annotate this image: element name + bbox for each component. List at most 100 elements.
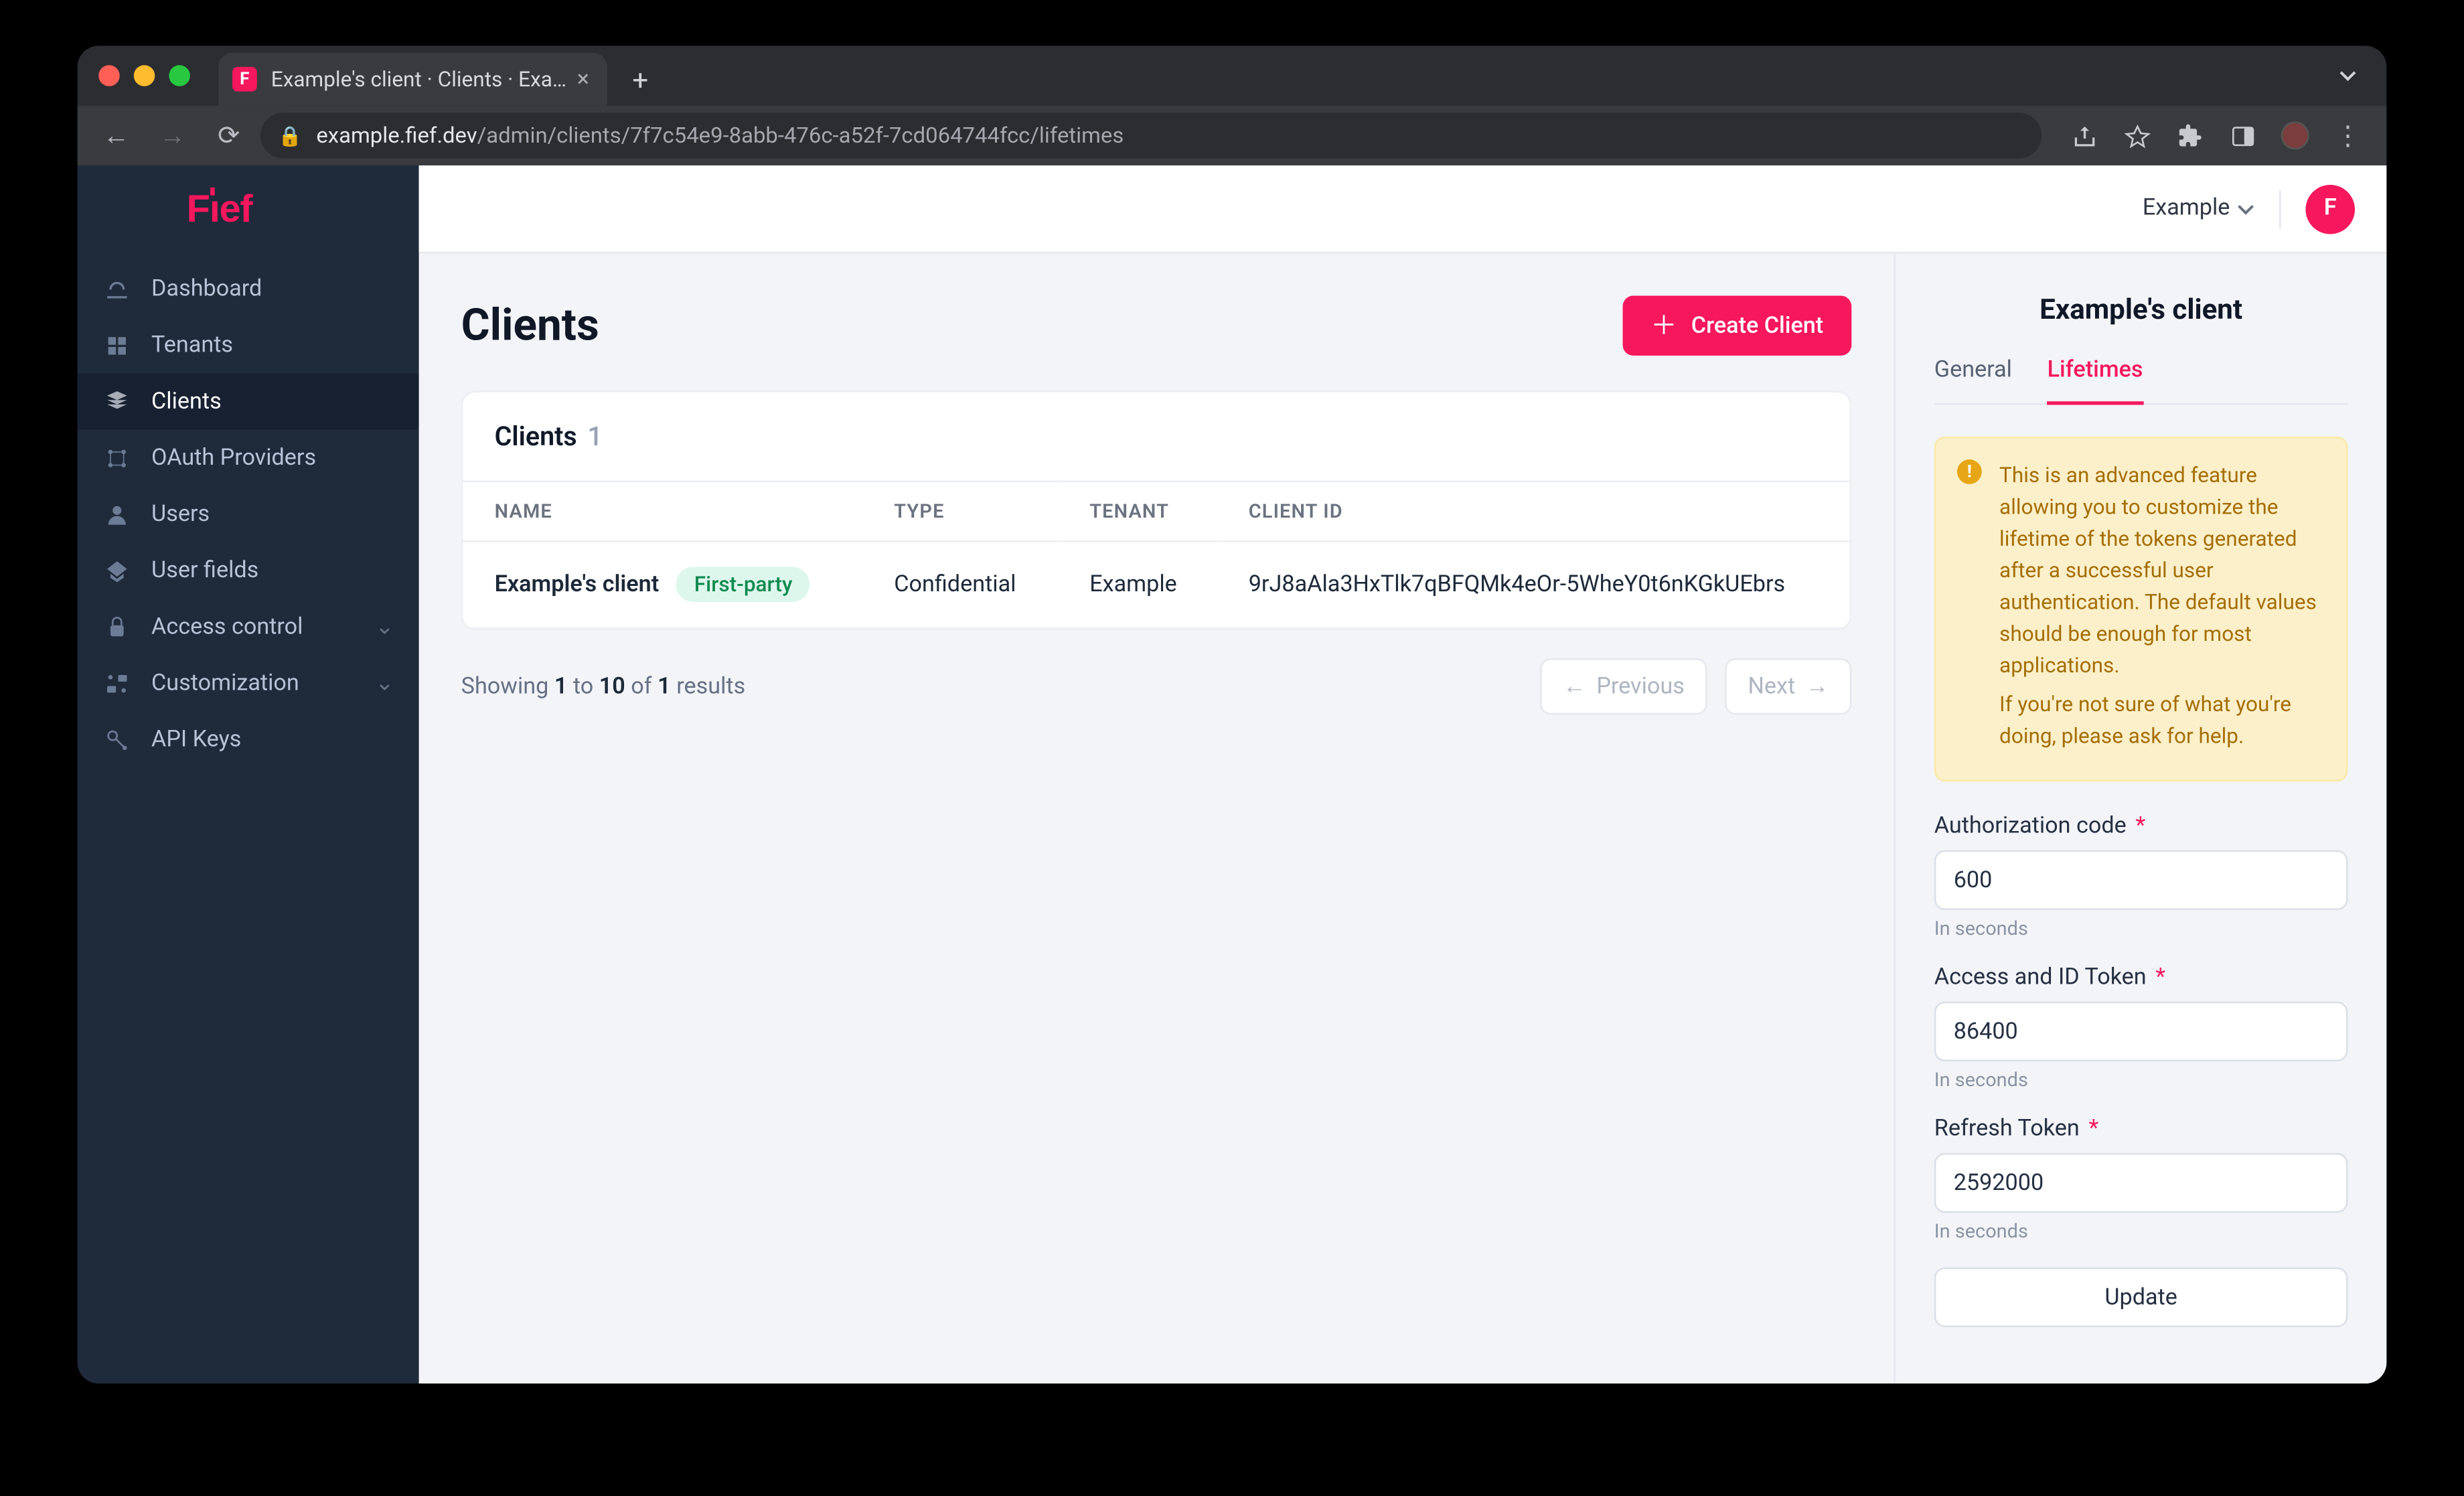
sidebar-item-tenants[interactable]: Tenants (78, 317, 419, 373)
browser-titlebar: F Example's client · Clients · Exa… × + (78, 46, 2387, 105)
sidebar-item-user-fields[interactable]: User fields (78, 542, 419, 599)
client-name: Example's client (495, 572, 660, 598)
sidebar-item-customization[interactable]: Customization ⌄ (78, 655, 419, 711)
sidebar-item-label: OAuth Providers (151, 445, 316, 471)
card-count: 1 (587, 421, 602, 452)
sidebar-item-dashboard[interactable]: Dashboard (78, 260, 419, 317)
logo[interactable]: F ıef (78, 165, 419, 253)
share-button[interactable] (2059, 111, 2108, 161)
oauth-providers-icon (102, 443, 130, 471)
url-path: /admin/clients/7f7c54e9-8abb-476c-a52f-7… (477, 123, 1124, 149)
sidebar-item-oauth-providers[interactable]: OAuth Providers (78, 429, 419, 485)
nav-reload-button[interactable]: ⟳ (204, 111, 254, 161)
column-header: TYPE (862, 481, 1058, 541)
tabs-overflow-button[interactable] (2337, 59, 2366, 92)
profile-button[interactable] (2270, 111, 2320, 161)
topbar: Example F (419, 165, 2387, 253)
refresh-token-input[interactable] (1934, 1153, 2348, 1213)
warning-text-2: If you're not sure of what you're doing,… (1999, 688, 2321, 752)
maximize-window-button[interactable] (169, 65, 190, 86)
field-access-id-token: Access and ID Token *In seconds (1934, 964, 2348, 1091)
sidebar-item-access-control[interactable]: Access control ⌄ (78, 599, 419, 655)
warning-icon: ! (1957, 459, 1982, 484)
nav-list: Dashboard Tenants Clients OAuth Providers Us… (78, 254, 419, 775)
sidebar-item-label: Tenants (151, 331, 233, 358)
field-label: Refresh Token * (1934, 1116, 2348, 1142)
bookmark-button[interactable] (2112, 111, 2161, 161)
extensions-button[interactable] (2165, 111, 2214, 161)
nav-back-button[interactable]: ← (92, 111, 141, 161)
svg-text:F: F (187, 188, 210, 230)
update-button[interactable]: Update (1934, 1268, 2348, 1327)
svg-text:ıef: ıef (210, 188, 254, 230)
pagination: Showing 1 to 10 of 1 results ← Previous … (461, 658, 1852, 715)
side-panel-button[interactable] (2218, 111, 2267, 161)
client-type: Confidential (862, 541, 1058, 627)
details-tabs: General Lifetimes (1934, 358, 2348, 405)
tab-general[interactable]: General (1934, 358, 2012, 405)
nav-forward-button[interactable]: → (148, 111, 198, 161)
chevron-down-icon: ⌄ (375, 613, 394, 640)
main: Clients ＋ Create Client Clients 1 (419, 254, 1894, 1384)
client-id: 9rJ8aAla3HxTlk7qBFQMk4eOr-5WheY0t6nKGkUE… (1217, 541, 1849, 627)
api-keys-icon (102, 725, 130, 753)
sidebar-item-users[interactable]: Users (78, 485, 419, 542)
avatar[interactable]: F (2305, 184, 2355, 234)
lifetimes-warning: ! This is an advanced feature allowing y… (1934, 437, 2348, 781)
page-title: Clients (461, 300, 599, 351)
tenants-icon (102, 331, 130, 359)
field-label: Authorization code * (1934, 813, 2348, 839)
sidebar-item-label: Dashboard (151, 275, 262, 301)
close-window-button[interactable] (98, 65, 120, 86)
card-title: Clients (495, 421, 577, 452)
access-control-icon (102, 613, 130, 641)
users-icon (102, 500, 130, 528)
url-input[interactable]: 🔒 example.fief.dev/admin/clients/7f7c54e… (260, 113, 2042, 158)
sidebar-item-api-keys[interactable]: API Keys (78, 711, 419, 767)
new-tab-button[interactable]: + (617, 56, 663, 102)
clients-icon (102, 387, 130, 415)
pagination-next-button[interactable]: Next → (1725, 658, 1851, 715)
window-controls (98, 65, 190, 86)
browser-window: F Example's client · Clients · Exa… × + … (78, 46, 2387, 1383)
content: Clients ＋ Create Client Clients 1 (419, 254, 2387, 1384)
column-header: TENANT (1058, 481, 1217, 541)
authorization-code-input[interactable] (1934, 850, 2348, 910)
dashboard-icon (102, 275, 130, 303)
divider (2279, 190, 2281, 228)
sidebar-item-label: Users (151, 501, 210, 527)
field-refresh-token: Refresh Token *In seconds (1934, 1116, 2348, 1243)
create-client-button[interactable]: ＋ Create Client (1622, 296, 1851, 356)
workspace: Example F Clients ＋ Create Client (419, 165, 2387, 1383)
sidebar: F ıef Dashboard Tenants Clients OAuth Provi… (78, 165, 419, 1383)
field-authorization-code: Authorization code *In seconds (1934, 813, 2348, 940)
field-label: Access and ID Token * (1934, 964, 2348, 990)
close-tab-button[interactable]: × (577, 68, 589, 90)
workspace-selector[interactable]: Example (2143, 196, 2254, 222)
workspace-name: Example (2143, 196, 2230, 222)
details-panel: Example's client General Lifetimes ! This… (1894, 254, 2386, 1384)
chevron-down-icon (2237, 200, 2254, 217)
details-title: Example's client (1934, 292, 2348, 325)
sidebar-item-clients[interactable]: Clients (78, 373, 419, 429)
sidebar-item-label: Access control (151, 613, 303, 640)
column-header: CLIENT ID (1217, 481, 1849, 541)
access-id-token-input[interactable] (1934, 1002, 2348, 1061)
clients-card: Clients 1 NAMETYPETENANTCLIENT ID Exampl… (461, 391, 1852, 630)
chevron-down-icon: ⌄ (375, 670, 394, 696)
browser-tab[interactable]: F Example's client · Clients · Exa… × (218, 53, 607, 106)
browser-menu-button[interactable]: ⋮ (2323, 111, 2373, 161)
tab-lifetimes[interactable]: Lifetimes (2048, 358, 2143, 405)
browser-address-bar: ← → ⟳ 🔒 example.fief.dev/admin/clients/7… (78, 106, 2387, 165)
pagination-prev-button[interactable]: ← Previous (1540, 658, 1707, 715)
favicon-icon: F (232, 67, 257, 92)
sidebar-item-label: Clients (151, 388, 222, 415)
clients-table: NAMETYPETENANTCLIENT ID Example's client… (463, 481, 1849, 629)
app-root: F ıef Dashboard Tenants Clients OAuth Provi… (78, 165, 2387, 1383)
minimize-window-button[interactable] (134, 65, 155, 86)
lock-icon: 🔒 (278, 124, 302, 147)
user-fields-icon (102, 556, 130, 585)
sidebar-item-label: Customization (151, 670, 299, 696)
table-row[interactable]: Example's clientFirst-partyConfidentialE… (463, 541, 1849, 627)
sidebar-item-label: User fields (151, 557, 258, 583)
